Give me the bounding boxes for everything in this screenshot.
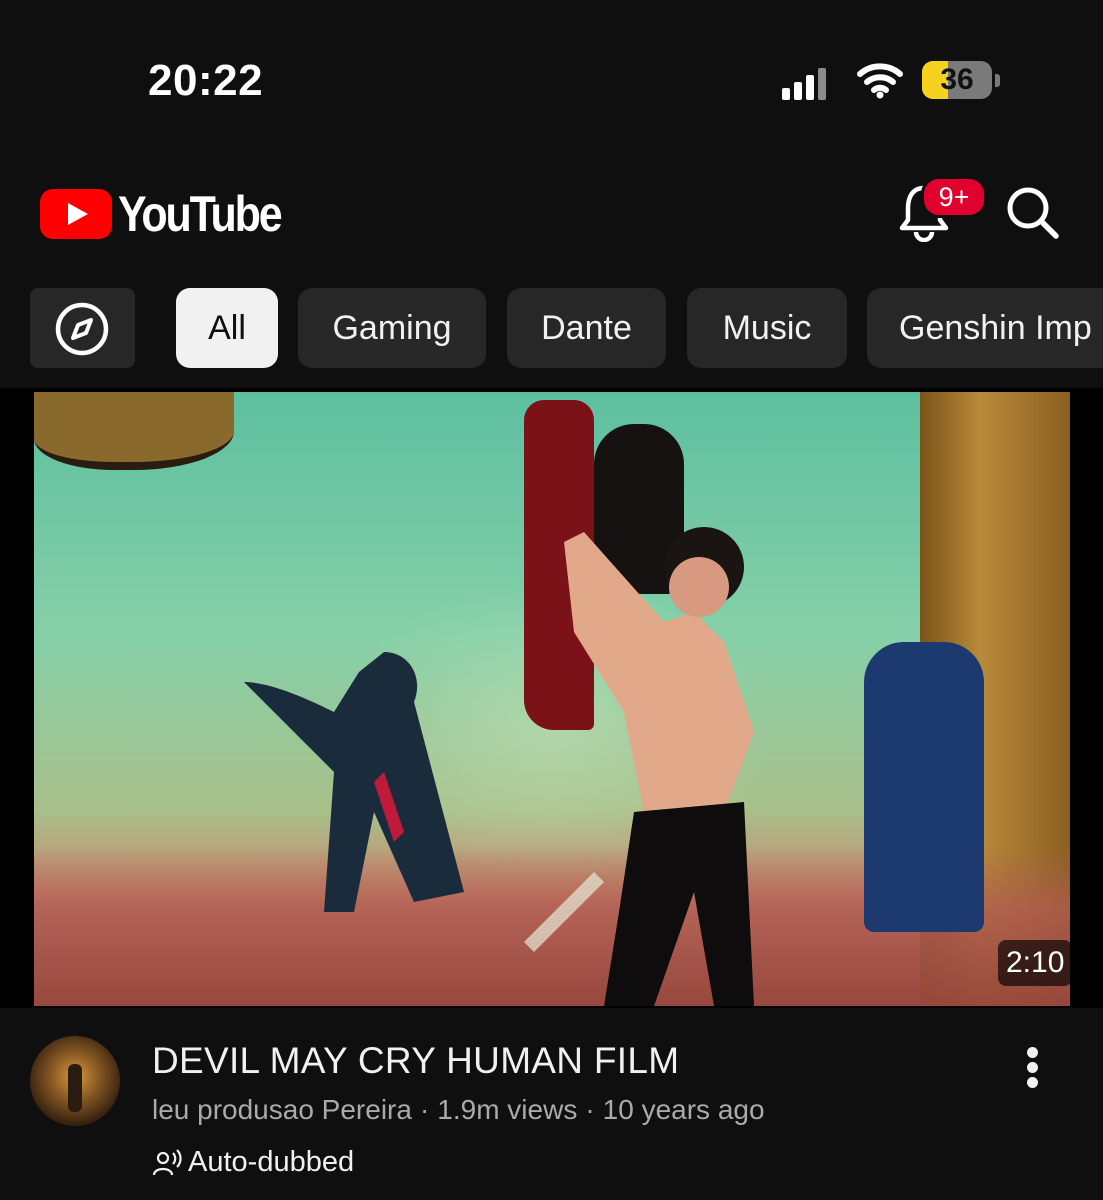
category-chips: All Gaming Dante Music Genshin Imp [0,288,1103,368]
app-header: YouTube 9+ [0,160,1103,270]
channel-name[interactable]: leu produsao Pereira [152,1094,412,1125]
video-details: DEVIL MAY CRY HUMAN FILM leu produsao Pe… [0,1008,1103,1200]
thumbnail-image [34,392,1070,1006]
auto-dubbed-label: Auto-dubbed [152,1146,354,1179]
status-bar: 20:22 36 [0,0,1103,160]
separator: · [585,1094,595,1125]
signal-icon [782,64,826,100]
chip-dante[interactable]: Dante [507,288,666,368]
battery-percent: 36 [940,63,974,96]
more-options-icon[interactable] [1016,1044,1050,1092]
chip-genshin[interactable]: Genshin Imp [867,288,1103,368]
video-subline: leu produsao Pereira · 1.9m views · 10 years… [152,1094,765,1126]
status-time: 20:22 [148,56,264,105]
youtube-logo[interactable]: YouTube [40,185,307,243]
auto-dubbed-text: Auto-dubbed [188,1146,355,1178]
notification-badge: 9+ [921,176,987,218]
wifi-icon [857,63,903,99]
chip-all[interactable]: All [176,288,278,368]
explore-button[interactable] [30,288,135,368]
chip-music[interactable]: Music [687,288,847,368]
chip-gaming[interactable]: Gaming [298,288,486,368]
voice-icon [152,1148,182,1175]
channel-avatar[interactable] [30,1036,120,1126]
search-icon[interactable] [1004,184,1060,240]
separator: · [419,1094,430,1125]
compass-icon [55,302,109,356]
video-thumbnail[interactable] [0,388,1103,1008]
battery-icon: 36 [922,61,1000,99]
video-duration: 2:10 [998,940,1073,986]
logo-text: YouTube [118,186,283,242]
youtube-play-icon [40,189,112,239]
upload-age: 10 years ago [602,1094,765,1125]
view-count: 1.9m views [437,1094,578,1125]
video-title[interactable]: DEVIL MAY CRY HUMAN FILM [152,1040,679,1082]
